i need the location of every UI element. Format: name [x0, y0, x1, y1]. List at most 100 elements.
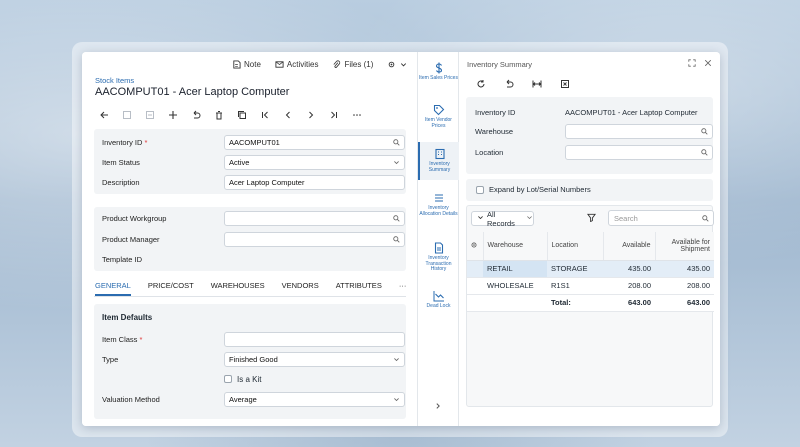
document-icon [434, 242, 443, 254]
filter-button[interactable] [587, 213, 596, 224]
item-status-row: Item Status Active [102, 154, 405, 170]
cell-warehouse[interactable]: RETAIL [483, 260, 547, 278]
table-row[interactable]: WHOLESALE R1S1 208.00 208.00 [467, 277, 714, 295]
cell-shipment[interactable]: 435.00 [655, 260, 714, 278]
rail-item-allocation-details[interactable]: Inventory Allocation Details [418, 192, 459, 217]
description-row: Description Acer Laptop Computer [102, 174, 405, 190]
previous-record-button[interactable] [280, 107, 295, 122]
delete-button[interactable] [211, 107, 226, 122]
tab-warehouses[interactable]: WAREHOUSES [211, 281, 265, 296]
all-records-filter[interactable]: All Records [471, 210, 534, 228]
cell-available[interactable]: 435.00 [603, 260, 655, 278]
summary-location-row: Location [475, 144, 715, 160]
col-available-shipment[interactable]: Available for Shipment [655, 232, 714, 261]
trend-chart-icon [433, 291, 444, 302]
chevron-right-icon [436, 403, 440, 409]
summary-warehouse-label: Warehouse [475, 126, 514, 136]
item-status-select[interactable]: Active [224, 154, 405, 170]
add-button[interactable] [165, 107, 180, 122]
rail-item-vendor-prices[interactable]: Item Vendor Prices [418, 104, 459, 129]
total-label: Total: [547, 294, 603, 312]
description-input[interactable]: Acer Laptop Computer [224, 174, 405, 190]
tab-divider [94, 296, 406, 297]
cell-shipment[interactable]: 208.00 [655, 277, 714, 295]
chevron-down-icon [393, 159, 400, 168]
inventory-id-input[interactable]: AACOMPUT01 [224, 134, 405, 150]
inventory-id-row: Inventory ID * AACOMPUT01 [102, 134, 405, 150]
first-icon [261, 111, 268, 118]
rail-item-inventory-summary[interactable]: Inventory Summary [418, 142, 459, 180]
tab-attributes[interactable]: ATTRIBUTES [336, 281, 382, 296]
col-available[interactable]: Available [603, 232, 656, 261]
rail-item-sales-prices[interactable]: Item Sales Prices [418, 62, 459, 82]
search-icon [393, 138, 400, 148]
back-button[interactable] [96, 107, 111, 122]
cell-available[interactable]: 208.00 [603, 277, 655, 295]
settings-menu-button[interactable] [387, 60, 408, 69]
export-excel-button[interactable] [557, 76, 572, 91]
last-record-button[interactable] [326, 107, 341, 122]
cell-warehouse[interactable]: WHOLESALE [483, 277, 547, 295]
note-button[interactable]: Note [232, 60, 261, 69]
col-location[interactable]: Location [547, 232, 604, 261]
first-record-button[interactable] [257, 107, 272, 122]
valuation-row: Valuation Method Average [102, 391, 405, 407]
product-workgroup-input[interactable] [224, 210, 405, 226]
copy-button[interactable] [234, 107, 249, 122]
save-button[interactable] [119, 107, 134, 122]
total-available: 643.00 [603, 294, 655, 312]
rail-expand-button[interactable] [434, 402, 442, 412]
rail-item-transaction-history[interactable]: Inventory Transaction History [418, 242, 459, 273]
fit-width-icon [532, 80, 541, 87]
summary-location-input[interactable] [565, 144, 713, 160]
product-manager-input[interactable] [224, 231, 405, 247]
note-icon [232, 60, 241, 69]
record-toolbar [96, 107, 364, 122]
type-select[interactable]: Finished Good [224, 351, 405, 367]
item-class-input[interactable] [224, 331, 405, 347]
tab-vendors[interactable]: VENDORS [282, 281, 319, 296]
summary-filters: Inventory ID AACOMPUT01 - Acer Laptop Co… [466, 97, 713, 174]
column-settings-cell[interactable] [467, 232, 484, 261]
cell-location[interactable]: R1S1 [547, 277, 603, 295]
summary-inventory-id-label: Inventory ID [475, 107, 516, 117]
next-record-button[interactable] [303, 107, 318, 122]
valuation-select[interactable]: Average [224, 391, 405, 407]
inventory-summary-panel: Inventory Summary Inventory ID AACOMPUT0… [459, 52, 720, 426]
table-row[interactable]: RETAIL STORAGE 435.00 435.00 [467, 260, 714, 278]
save-icon [122, 110, 131, 119]
expand-lot-row: Expand by Lot/Serial Numbers [476, 185, 591, 194]
cell-location[interactable]: STORAGE [547, 260, 603, 278]
files-button[interactable]: Files (1) [332, 60, 373, 69]
save-close-button[interactable] [142, 107, 157, 122]
refresh-button[interactable] [473, 76, 488, 91]
close-panel-button[interactable] [704, 59, 712, 69]
col-warehouse[interactable]: Warehouse [483, 232, 548, 261]
summary-grid: All Records Search Warehouse Location Av… [466, 205, 714, 407]
more-actions-button[interactable] [349, 107, 364, 122]
breadcrumb[interactable]: Stock Items [95, 76, 134, 85]
tab-general[interactable]: GENERAL [95, 281, 131, 296]
summary-inventory-id-value: AACOMPUT01 - Acer Laptop Computer [565, 107, 698, 117]
total-row: Total: 643.00 643.00 [467, 294, 714, 312]
undo-icon [506, 79, 513, 87]
activities-label: Activities [286, 60, 319, 69]
chevron-left-icon [285, 111, 290, 118]
rail-item-dead-lock[interactable]: Dead Lock [418, 290, 459, 310]
activities-button[interactable]: Activities [275, 60, 319, 69]
panel-undo-button[interactable] [501, 76, 516, 91]
table-header-row: Warehouse Location Available Available f… [467, 232, 714, 261]
tab-price-cost[interactable]: PRICE/COST [148, 281, 194, 296]
chevron-down-icon [399, 60, 408, 69]
maximize-button[interactable] [688, 59, 696, 69]
product-manager-label: Product Manager [102, 234, 160, 244]
summary-warehouse-input[interactable] [565, 123, 713, 139]
total-shipment: 643.00 [655, 294, 714, 312]
undo-button[interactable] [188, 107, 203, 122]
expand-lot-checkbox[interactable] [476, 185, 484, 194]
grid-search-input[interactable]: Search [608, 210, 714, 226]
fit-columns-button[interactable] [529, 76, 544, 91]
tabs-more-button[interactable]: ··· [399, 281, 407, 296]
is-kit-checkbox[interactable] [224, 375, 232, 383]
gear-icon [471, 242, 477, 248]
